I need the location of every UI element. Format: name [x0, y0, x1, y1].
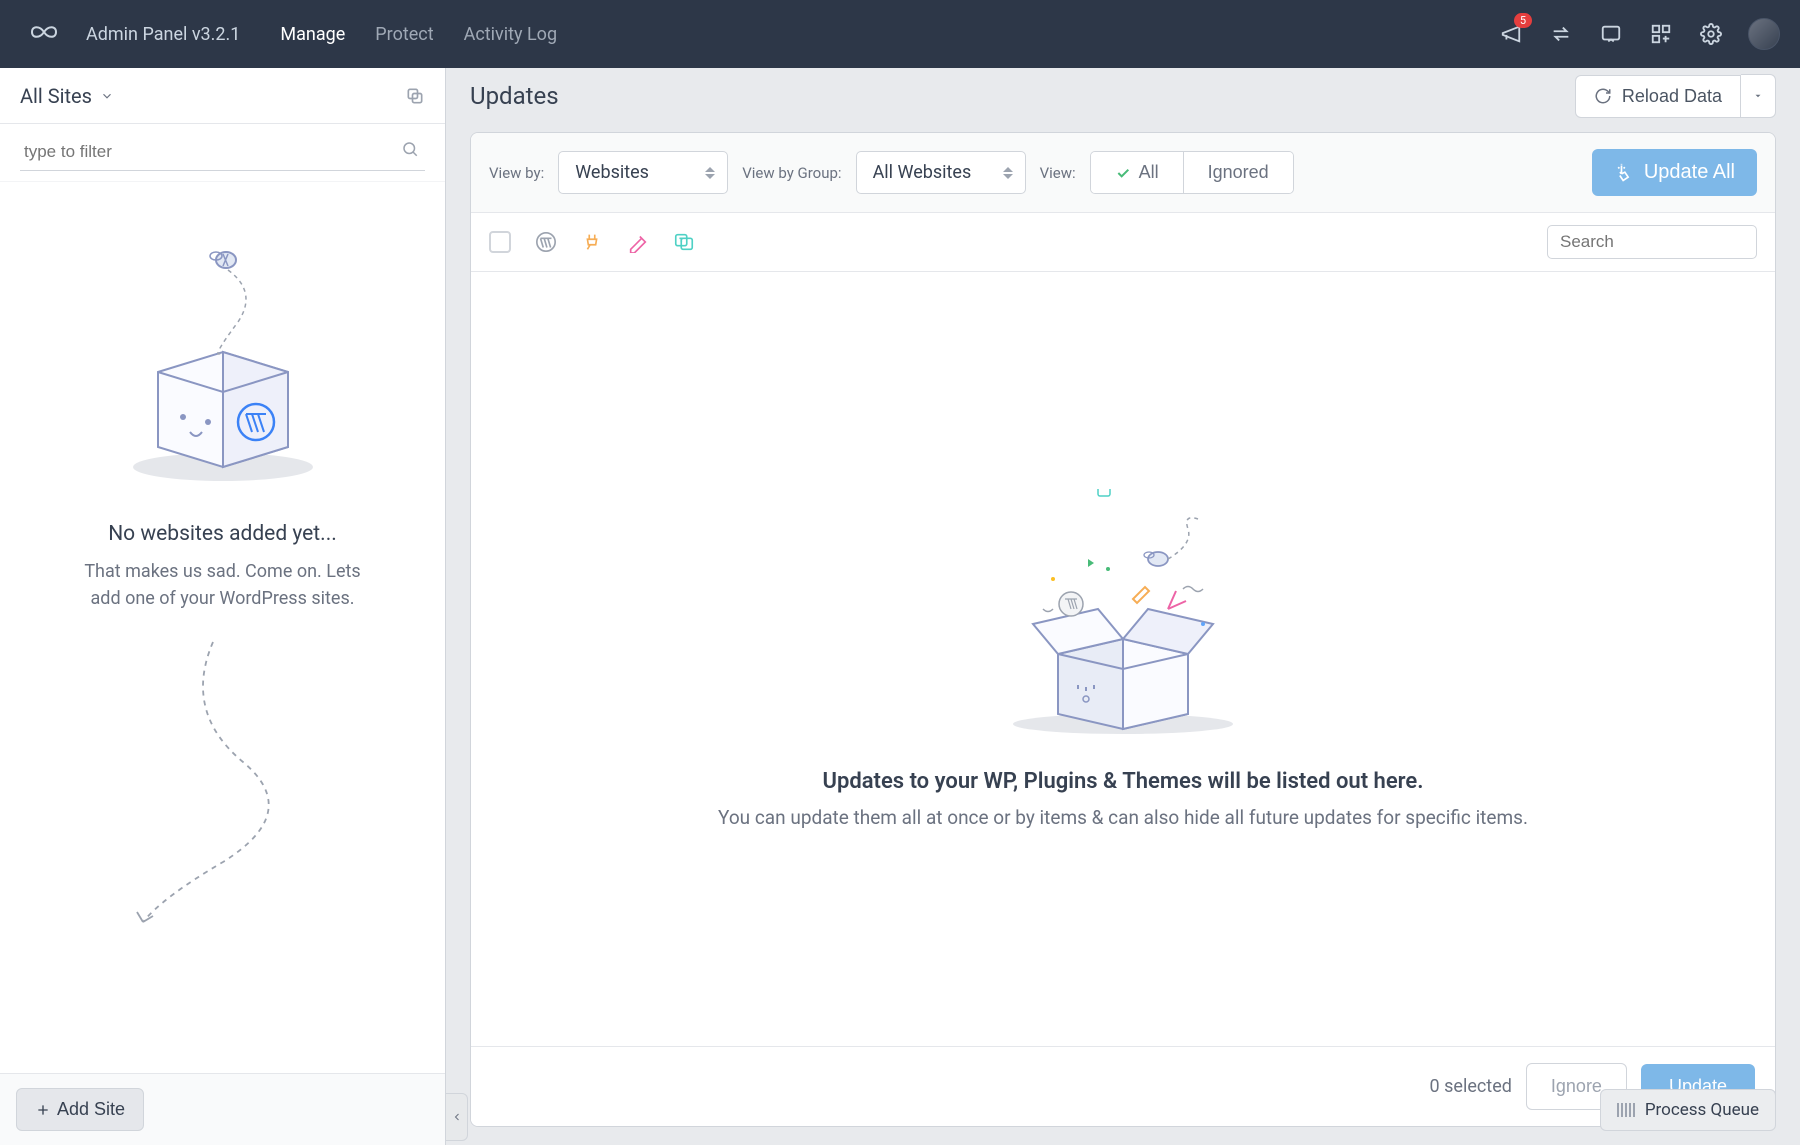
swap-icon[interactable]: [1548, 21, 1574, 47]
copy-icon[interactable]: [405, 86, 425, 106]
arrow-illustration: [123, 632, 323, 932]
sidebar-body: No websites added yet... That makes us s…: [0, 182, 445, 1073]
empty-box-illustration: [108, 222, 338, 492]
reload-label: Reload Data: [1622, 86, 1722, 107]
search-icon: [401, 140, 419, 158]
chevron-down-icon: [100, 89, 114, 103]
caret-down-icon: [1753, 91, 1763, 101]
sidebar: All Sites: [0, 68, 446, 1145]
view-all-label: All: [1139, 162, 1159, 183]
all-sites-dropdown[interactable]: All Sites: [20, 84, 114, 108]
search-box: [1547, 225, 1757, 259]
sidebar-empty-title: No websites added yet...: [108, 522, 337, 546]
translation-icon[interactable]: [673, 231, 695, 253]
plus-icon: [35, 1102, 51, 1118]
grid-add-icon[interactable]: [1648, 21, 1674, 47]
chevron-left-icon: [451, 1111, 463, 1123]
view-segment: All Ignored: [1090, 151, 1294, 194]
view-ignored-button[interactable]: Ignored: [1183, 152, 1293, 193]
sidebar-empty-text: That makes us sad. Come on. Lets add one…: [73, 558, 373, 612]
view-all-button[interactable]: All: [1091, 152, 1183, 193]
table-toolbar: [471, 213, 1775, 272]
panel-footer: 0 selected Ignore Update: [471, 1046, 1775, 1126]
reload-icon: [1594, 87, 1612, 105]
update-all-label: Update All: [1644, 161, 1735, 184]
reload-group: Reload Data: [1575, 74, 1776, 118]
brand-title: Admin Panel v3.2.1: [86, 24, 240, 45]
sidebar-filter-row: [0, 124, 445, 182]
logo-icon: [20, 20, 68, 48]
nav-tab-manage[interactable]: Manage: [280, 24, 345, 45]
check-icon: [1115, 165, 1131, 181]
reload-button[interactable]: Reload Data: [1575, 75, 1741, 118]
plugin-icon[interactable]: [581, 231, 603, 253]
updates-panel: View by: Websites View by Group: All Web…: [470, 132, 1776, 1127]
updates-empty-title: Updates to your WP, Plugins & Themes wil…: [823, 769, 1424, 794]
add-site-button[interactable]: Add Site: [16, 1088, 144, 1131]
updates-empty-text: You can update them all at once or by it…: [718, 806, 1528, 829]
avatar[interactable]: [1748, 18, 1780, 50]
nav-tabs: Manage Protect Activity Log: [280, 24, 557, 45]
sidebar-header: All Sites: [0, 68, 445, 124]
megaphone-icon[interactable]: 5: [1498, 21, 1524, 47]
queue-bars-icon: [1617, 1103, 1635, 1117]
nav-tab-activity-log[interactable]: Activity Log: [464, 24, 557, 45]
notification-badge: 5: [1514, 13, 1532, 28]
view-label: View:: [1040, 164, 1076, 182]
wordpress-icon[interactable]: [535, 231, 557, 253]
view-by-select[interactable]: Websites: [558, 151, 728, 194]
all-sites-label: All Sites: [20, 84, 92, 108]
sidebar-footer: Add Site: [0, 1073, 445, 1145]
sort-caret-icon: [1003, 167, 1013, 179]
view-by-value: Websites: [575, 162, 649, 183]
process-queue-label: Process Queue: [1645, 1100, 1759, 1120]
app-header: Admin Panel v3.2.1 Manage Protect Activi…: [0, 0, 1800, 68]
content-area: Updates Reload Data View by: Websites Vi…: [446, 68, 1800, 1145]
view-ignored-label: Ignored: [1208, 162, 1269, 183]
add-site-label: Add Site: [57, 1099, 125, 1120]
process-queue-button[interactable]: Process Queue: [1600, 1089, 1776, 1131]
search-input[interactable]: [1560, 232, 1776, 252]
gear-icon[interactable]: [1698, 21, 1724, 47]
select-all-checkbox[interactable]: [489, 231, 511, 253]
view-by-group-label: View by Group:: [742, 164, 841, 182]
nav-tab-protect[interactable]: Protect: [375, 24, 433, 45]
panel-body: Updates to your WP, Plugins & Themes wil…: [471, 272, 1775, 1046]
chat-icon[interactable]: [1598, 21, 1624, 47]
filter-input[interactable]: [20, 134, 425, 171]
sort-caret-icon: [705, 167, 715, 179]
view-by-group-value: All Websites: [873, 162, 972, 183]
header-actions: 5: [1498, 18, 1780, 50]
filter-bar: View by: Websites View by Group: All Web…: [471, 133, 1775, 213]
updates-empty-illustration: [983, 489, 1263, 739]
page-title: Updates: [470, 82, 559, 110]
reload-dropdown[interactable]: [1741, 74, 1776, 118]
hand-click-icon: [1614, 163, 1634, 183]
content-header: Updates Reload Data: [470, 68, 1776, 124]
view-by-group-select[interactable]: All Websites: [856, 151, 1026, 194]
view-by-label: View by:: [489, 164, 544, 182]
update-all-button[interactable]: Update All: [1592, 149, 1757, 196]
theme-icon[interactable]: [627, 231, 649, 253]
selected-count: 0 selected: [1430, 1076, 1512, 1097]
sidebar-collapse-handle[interactable]: [446, 1093, 468, 1141]
